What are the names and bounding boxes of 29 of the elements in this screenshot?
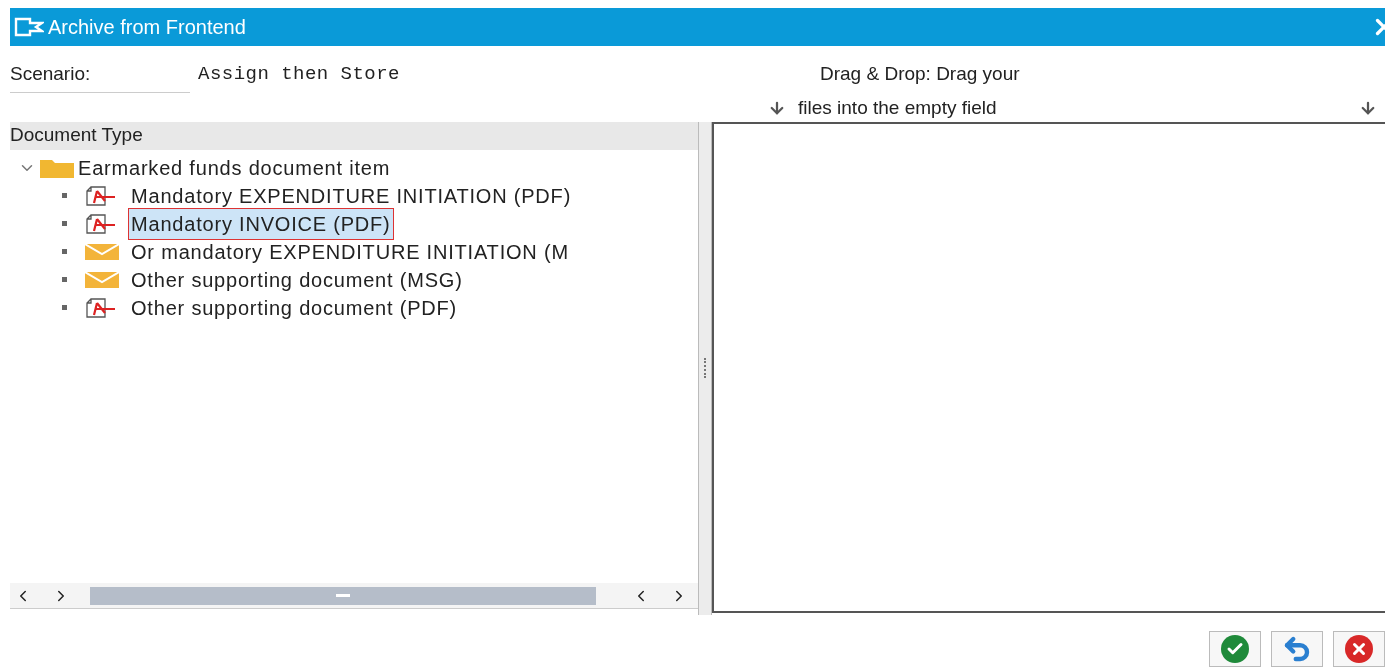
- envelope-icon: [85, 270, 119, 289]
- confirm-button[interactable]: [1209, 631, 1261, 667]
- cancel-icon: [1345, 635, 1373, 663]
- folder-icon: [40, 157, 74, 178]
- envelope-icon: [85, 242, 119, 261]
- scenario-label: Scenario:: [10, 59, 190, 93]
- checkmark-icon: [1221, 635, 1249, 663]
- tree-item[interactable]: Other supporting document (MSG): [129, 264, 465, 295]
- tree-item[interactable]: Mandatory EXPENDITURE INITIATION (PDF): [129, 180, 574, 211]
- tree-item[interactable]: Earmarked funds document item: [78, 152, 391, 183]
- undo-button[interactable]: [1271, 631, 1323, 667]
- scrollbar-thumb[interactable]: [90, 586, 596, 605]
- window-title: Archive from Frontend: [48, 14, 246, 40]
- tree-item[interactable]: Mandatory INVOICE (PDF): [129, 208, 393, 239]
- bullet-icon: [62, 249, 67, 254]
- grip-icon: [336, 594, 350, 597]
- bullet-icon: [62, 193, 67, 198]
- undo-icon: [1282, 634, 1312, 664]
- bullet-icon: [62, 221, 67, 226]
- drop-hint-text: Drag & Drop: Drag your: [820, 61, 1021, 86]
- scenario-value: Assign then Store: [198, 61, 400, 87]
- bullet-icon: [62, 305, 67, 310]
- tree-item[interactable]: Other supporting document (PDF): [129, 292, 460, 323]
- drop-hint-text: files into the empty field: [798, 96, 997, 120]
- cancel-button[interactable]: [1333, 631, 1385, 667]
- column-header: Document Type: [10, 121, 698, 150]
- archive-icon: [14, 16, 44, 37]
- bullet-icon: [62, 277, 67, 282]
- tree-item[interactable]: Or mandatory EXPENDITURE INITIATION (M: [129, 236, 571, 267]
